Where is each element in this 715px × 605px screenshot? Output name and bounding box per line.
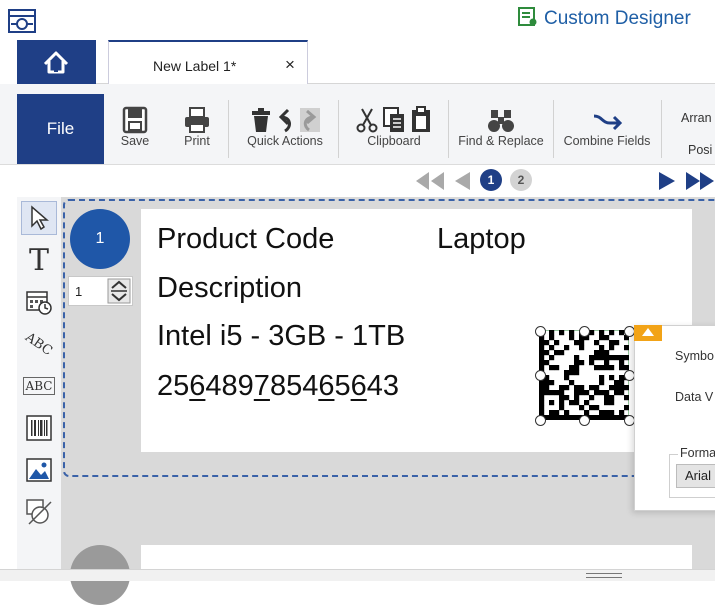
product-code-value[interactable]: Laptop	[437, 223, 526, 256]
first-page-icon[interactable]	[413, 169, 447, 193]
calendar-clock-icon	[26, 291, 52, 315]
save-button[interactable]: Save	[116, 96, 154, 148]
barcode-digits: 25	[157, 370, 190, 402]
toolbox: T ABC ABC	[17, 197, 62, 569]
symbology-label: Symbo	[675, 349, 714, 363]
position-label: Posi	[688, 143, 713, 157]
find-replace-label: Find & Replace	[458, 134, 544, 148]
rich-text-glyph: ABC	[22, 377, 56, 395]
select-tool[interactable]	[21, 201, 57, 235]
barcode-icon	[26, 415, 52, 441]
description-label[interactable]: Description	[157, 272, 302, 305]
barcode-digits: 5	[334, 370, 351, 402]
description-value[interactable]: Intel i5 - 3GB - 1TB	[157, 320, 405, 353]
barcode-digit-underlined: 6	[350, 370, 367, 402]
save-icon	[122, 106, 148, 134]
custom-designer-icon	[518, 7, 537, 26]
page-2-button[interactable]: 2	[510, 169, 532, 191]
stepper-arrows-icon[interactable]	[107, 278, 131, 304]
date-time-tool[interactable]	[21, 285, 57, 319]
print-label: Print	[184, 134, 210, 148]
curved-text-tool[interactable]: ABC	[21, 327, 57, 361]
find-replace-button[interactable]: Find & Replace	[453, 96, 549, 148]
print-button[interactable]: Print	[178, 96, 216, 148]
clipboard-label: Clipboard	[367, 134, 421, 148]
resize-handle[interactable]	[535, 370, 546, 381]
previous-page-icon[interactable]	[450, 169, 474, 193]
barcode-data-text[interactable]: 256489785465643	[157, 370, 399, 403]
clipboard-group: Clipboard	[346, 96, 442, 148]
quick-actions-label: Quick Actions	[247, 134, 323, 148]
app-logo-icon	[8, 9, 36, 33]
undo-icon[interactable]	[277, 106, 295, 134]
rich-text-tool[interactable]: ABC	[21, 369, 57, 403]
resize-handle[interactable]	[579, 415, 590, 426]
tab-label: New Label 1*	[153, 58, 237, 74]
barcode-digit-underlined: 6	[189, 370, 206, 402]
merge-arrow-icon	[593, 114, 622, 131]
barcode-digits: 854	[269, 370, 319, 402]
arrange-label: Arran	[681, 111, 712, 125]
cursor-icon	[31, 205, 49, 231]
datamatrix-barcode[interactable]	[535, 326, 635, 426]
arrange-button[interactable]: Arran	[681, 109, 712, 127]
image-tool[interactable]	[21, 453, 57, 487]
app-title: Custom Designer	[518, 7, 691, 30]
caret-up-icon	[642, 328, 654, 336]
copies-stepper[interactable]: 1	[68, 276, 133, 306]
binoculars-icon	[488, 110, 514, 132]
resize-handle[interactable]	[535, 326, 546, 337]
label-number-badge: 1	[70, 209, 130, 269]
home-button[interactable]	[17, 40, 96, 84]
barcode-digit-underlined: 7	[253, 370, 270, 402]
popup-collapse-button[interactable]	[634, 325, 662, 341]
quick-actions-group: Quick Actions	[236, 96, 334, 148]
datamatrix-icon	[538, 329, 630, 421]
combine-fields-button[interactable]: Combine Fields	[558, 96, 656, 148]
product-code-label[interactable]: Product Code	[157, 223, 334, 256]
data-value-label: Data V	[675, 390, 714, 404]
save-label: Save	[120, 134, 150, 148]
delete-icon[interactable]	[249, 106, 273, 134]
resize-handle[interactable]	[535, 415, 546, 426]
tab-new-label-1[interactable]: New Label 1* ×	[108, 40, 308, 84]
shape-tool[interactable]	[21, 495, 57, 529]
text-tool[interactable]: T	[21, 243, 57, 278]
curved-text-glyph: ABC	[22, 329, 56, 359]
ribbon-separator	[448, 100, 449, 158]
position-button[interactable]: Posi	[688, 141, 712, 159]
next-page-icon[interactable]	[655, 169, 679, 193]
combine-fields-label: Combine Fields	[563, 134, 651, 148]
page-1-button[interactable]: 1	[480, 169, 502, 191]
barcode-tool[interactable]	[21, 411, 57, 445]
app-title-label: Custom Designer	[544, 8, 691, 29]
last-page-icon[interactable]	[684, 169, 714, 193]
image-icon	[26, 458, 52, 482]
copies-value: 1	[75, 284, 83, 299]
printer-icon	[185, 107, 209, 133]
barcode-digit-underlined: 6	[318, 370, 335, 402]
copy-icon[interactable]	[382, 106, 406, 134]
redo-icon[interactable]	[299, 106, 321, 134]
splitter-grip[interactable]	[586, 573, 622, 578]
ribbon-separator	[661, 100, 662, 158]
barcode-digits: 43	[366, 370, 400, 402]
shape-icon	[26, 499, 52, 525]
cut-icon[interactable]	[356, 106, 378, 134]
format-label: Forma	[678, 446, 715, 460]
resize-handle[interactable]	[579, 326, 590, 337]
ribbon-separator	[338, 100, 339, 158]
ribbon-separator	[553, 100, 554, 158]
ribbon-separator	[228, 100, 229, 158]
paste-icon[interactable]	[410, 106, 432, 134]
barcode-digits: 489	[205, 370, 254, 402]
file-button[interactable]: File	[17, 94, 104, 164]
home-icon	[43, 51, 69, 74]
font-select[interactable]: Arial	[676, 464, 715, 488]
page-navigation: 1 2	[0, 165, 715, 197]
tab-close-icon[interactable]: ×	[285, 55, 295, 75]
